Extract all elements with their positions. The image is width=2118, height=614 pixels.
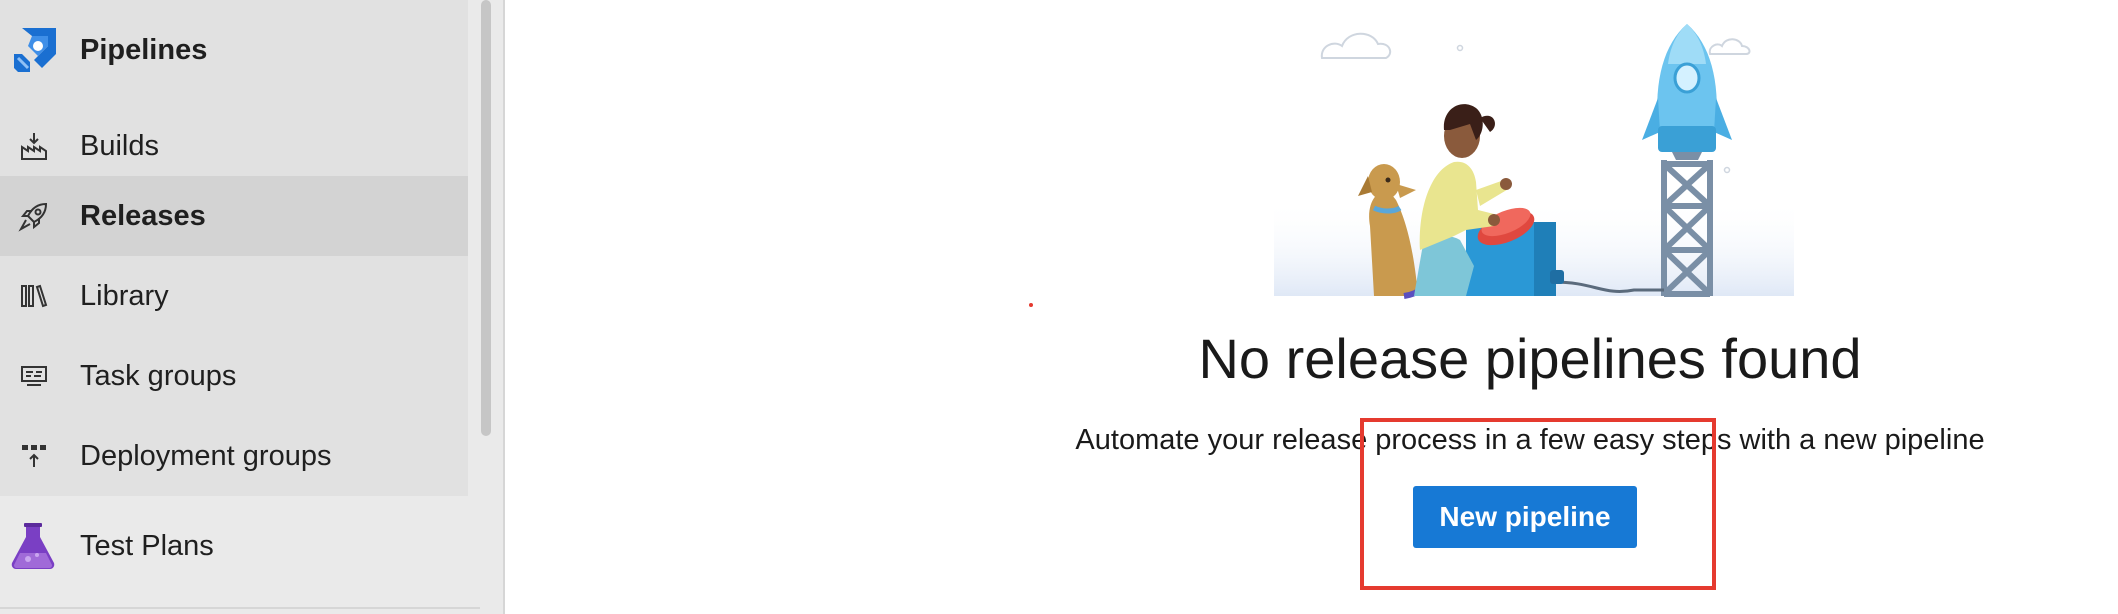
task-groups-icon — [18, 360, 50, 392]
library-icon — [18, 280, 50, 312]
nav-library[interactable]: Library — [0, 256, 468, 336]
nav-test-plans-label: Test Plans — [80, 529, 214, 562]
sidebar-divider — [0, 607, 480, 609]
sidebar-scrollbar[interactable] — [481, 0, 491, 436]
red-dot-marker — [1029, 303, 1033, 307]
nav-builds[interactable]: Builds — [0, 106, 468, 186]
nav-pipelines-label: Pipelines — [80, 33, 208, 66]
nav-task-groups[interactable]: Task groups — [0, 336, 468, 416]
nav-releases[interactable]: Releases — [0, 176, 468, 256]
pipelines-icon — [8, 24, 60, 76]
nav-builds-label: Builds — [80, 129, 159, 162]
nav-pipelines[interactable]: Pipelines — [0, 14, 468, 86]
new-pipeline-button[interactable]: New pipeline — [1413, 486, 1637, 548]
empty-state-title: No release pipelines found — [1198, 327, 1862, 390]
nav-test-plans[interactable]: Test Plans — [0, 506, 468, 586]
nav-deployment-groups-label: Deployment groups — [80, 439, 332, 472]
nav-releases-label: Releases — [80, 199, 206, 232]
nav-library-label: Library — [80, 279, 169, 312]
nav-task-groups-label: Task groups — [80, 359, 237, 392]
builds-icon — [18, 130, 50, 162]
empty-state-description: Automate your release process in a few e… — [1075, 424, 1985, 456]
sidebar: Pipelines Builds Releases Library Task g… — [0, 0, 505, 614]
rocket-icon — [18, 200, 50, 232]
empty-state-illustration — [1274, 24, 1794, 299]
nav-deployment-groups[interactable]: Deployment groups — [0, 416, 468, 496]
test-plans-icon — [8, 521, 58, 571]
deployment-groups-icon — [18, 440, 50, 472]
